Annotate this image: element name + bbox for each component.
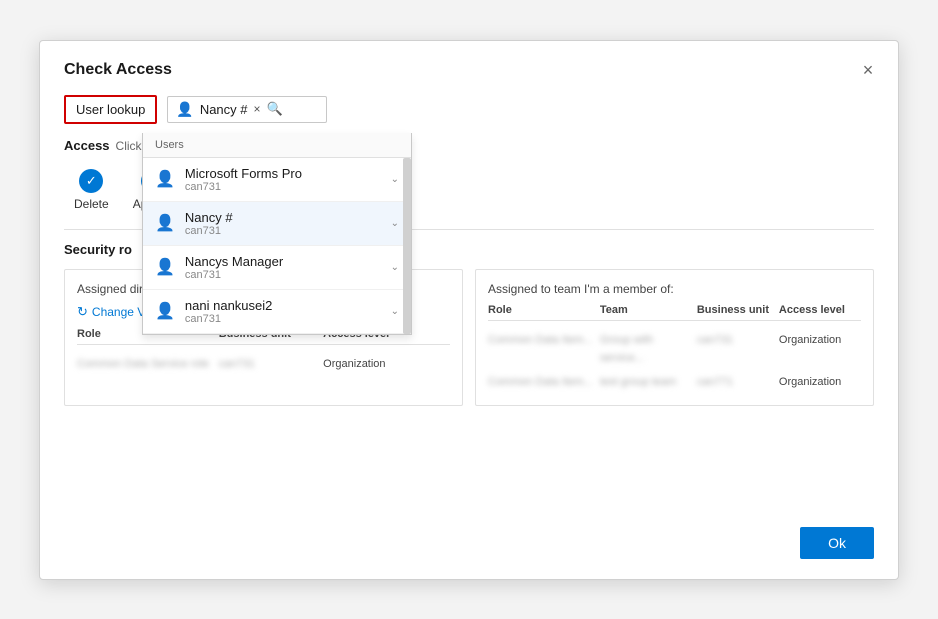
check-icon: ✓ — [79, 169, 103, 193]
item-name: Microsoft Forms Pro — [185, 166, 302, 181]
item-sub: can731 — [185, 313, 272, 325]
lookup-search-icon[interactable]: 🔍 — [267, 101, 283, 117]
cell-bu: can731 — [219, 358, 255, 370]
panel-right-header: Assigned to team I'm a member of: — [488, 282, 861, 296]
col-header-team: Team — [600, 304, 697, 316]
cell-bu: can771 — [697, 376, 733, 388]
close-button[interactable]: × — [854, 57, 882, 85]
cell-role: Common Data Service role — [77, 358, 209, 370]
cell-team: Group with service... — [600, 334, 653, 364]
avatar-icon: 👤 — [155, 169, 175, 189]
item-sub: can731 — [185, 269, 283, 281]
ok-button[interactable]: Ok — [800, 527, 874, 559]
col-header-bu: Business unit — [697, 304, 779, 316]
cell-bu: can731 — [697, 334, 733, 346]
dialog-title: Check Access — [64, 61, 874, 79]
avatar-icon: 👤 — [155, 213, 175, 233]
chevron-down-icon: ⌄ — [391, 174, 399, 185]
item-name: Nancys Manager — [185, 254, 283, 269]
person-icon: 👤 — [176, 101, 193, 118]
list-item[interactable]: 👤 Microsoft Forms Pro can731 ⌄ — [143, 158, 411, 202]
cell-al: Organization — [323, 358, 385, 370]
lookup-row: User lookup 👤 Nancy # × 🔍 Users 👤 Micros… — [64, 95, 874, 124]
item-sub: can731 — [185, 181, 302, 193]
cell-al: Organization — [779, 376, 841, 388]
refresh-icon: ↻ — [77, 304, 88, 320]
item-name: nani nankusei2 — [185, 298, 272, 313]
check-access-dialog: Check Access × User lookup 👤 Nancy # × 🔍… — [39, 40, 899, 580]
table-header: Role Team Business unit Access level — [488, 304, 861, 321]
item-sub: can731 — [185, 225, 233, 237]
assigned-to-team-panel: Assigned to team I'm a member of: Role T… — [475, 269, 874, 406]
user-dropdown: Users 👤 Microsoft Forms Pro can731 ⌄ 👤 N… — [142, 133, 412, 335]
user-lookup-label: User lookup — [64, 95, 157, 124]
table-row: Common Data Item... test group team can7… — [488, 369, 861, 393]
lookup-value: Nancy # — [200, 102, 248, 117]
chevron-down-icon: ⌄ — [391, 218, 399, 229]
perm-delete: ✓ Delete — [74, 169, 109, 211]
table-row: Common Data Item... Group with service..… — [488, 327, 861, 369]
cell-role: Common Data Item... — [488, 334, 593, 346]
lookup-clear-button[interactable]: × — [254, 102, 261, 116]
list-item[interactable]: 👤 Nancys Manager can731 ⌄ — [143, 246, 411, 290]
chevron-down-icon: ⌄ — [391, 262, 399, 273]
avatar-icon: 👤 — [155, 257, 175, 277]
dropdown-scrollbar[interactable] — [403, 158, 411, 334]
col-header-al: Access level — [779, 304, 861, 316]
list-item[interactable]: 👤 Nancy # can731 ⌄ — [143, 202, 411, 246]
cell-team: test group team — [600, 376, 676, 388]
col-header-role: Role — [488, 304, 600, 316]
table-row: Common Data Service role can731 Organiza… — [77, 351, 450, 375]
cell-role: Common Data Item... — [488, 376, 593, 388]
avatar-icon: 👤 — [155, 301, 175, 321]
cell-al: Organization — [779, 334, 841, 346]
perm-label: Delete — [74, 197, 109, 211]
dropdown-header: Users — [143, 133, 411, 158]
list-item[interactable]: 👤 nani nankusei2 can731 ⌄ — [143, 290, 411, 334]
access-label: Access — [64, 138, 110, 153]
chevron-down-icon: ⌄ — [391, 306, 399, 317]
lookup-input-container[interactable]: 👤 Nancy # × 🔍 — [167, 96, 327, 123]
item-name: Nancy # — [185, 210, 233, 225]
